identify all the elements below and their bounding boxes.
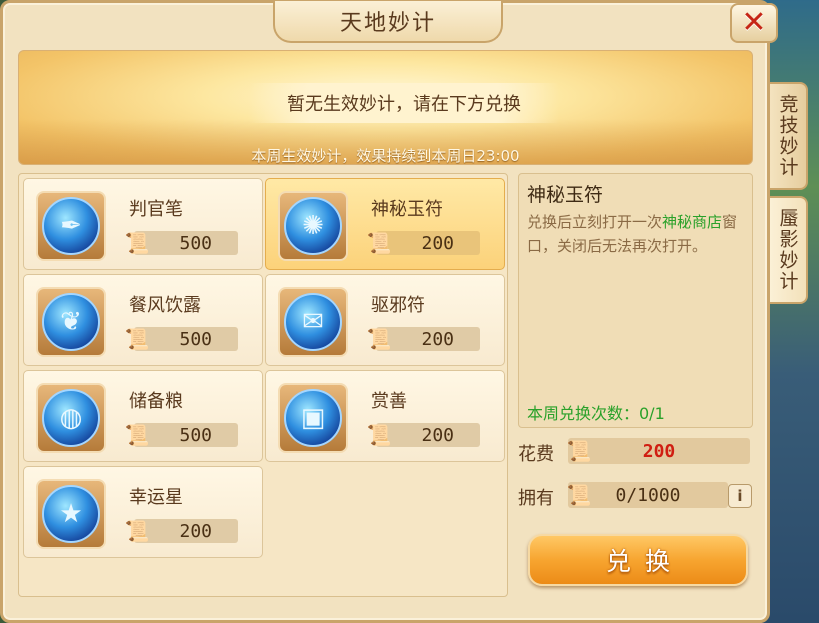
detail-desc-before: 兑换后立刻打开一次: [527, 213, 663, 231]
item-price: 200: [179, 520, 212, 542]
brush-icon: ✒: [42, 197, 100, 255]
detail-description: 兑换后立刻打开一次神秘商店窗口，关闭后无法再次打开。: [527, 210, 749, 258]
tab-label: 蜃影妙计: [776, 208, 799, 292]
banner-message-plate: 暂无生效妙计，请在下方兑换: [249, 83, 559, 123]
scroll-currency-icon: 📜: [124, 423, 150, 447]
item-price: 500: [179, 232, 212, 254]
item-price: 200: [421, 424, 454, 446]
item-price: 500: [179, 424, 212, 446]
dialog-title: 天地妙计: [339, 11, 436, 36]
item-card[interactable]: ★ 幸运星 200 📜: [23, 466, 263, 558]
info-button[interactable]: i: [728, 484, 752, 508]
banner-message: 暂无生效妙计，请在下方兑换: [287, 94, 521, 115]
item-name: 赏善: [371, 391, 407, 412]
item-name: 神秘玉符: [371, 199, 443, 220]
item-icon-frame: ◍: [36, 383, 106, 453]
dialog-panel: 天地妙计 ✕ 暂无生效妙计，请在下方兑换 本周生效妙计，效果持续到本周日23:0…: [0, 0, 778, 623]
cost-bar: 200: [568, 438, 750, 464]
talisman-icon: ✉: [284, 293, 342, 351]
item-card-selected[interactable]: ✺ 神秘玉符 200 📜: [265, 178, 505, 270]
item-detail-panel: 神秘玉符 兑换后立刻打开一次神秘商店窗口，关闭后无法再次打开。 本周兑换次数：0…: [518, 173, 753, 428]
item-icon-frame: ✺: [278, 191, 348, 261]
cost-label: 花费: [518, 444, 554, 465]
scroll-currency-icon: 📜: [566, 483, 592, 507]
gift-box-icon: ▣: [284, 389, 342, 447]
item-card[interactable]: ✒ 判官笔 500 📜: [23, 178, 263, 270]
detail-title: 神秘玉符: [527, 184, 604, 206]
tab-arena-strategy[interactable]: 竞技妙计: [770, 82, 808, 190]
own-label: 拥有: [518, 488, 554, 509]
scroll-currency-icon: 📜: [124, 519, 150, 543]
detail-desc-highlight: 神秘商店: [662, 213, 723, 231]
close-icon: ✕: [741, 5, 767, 40]
close-button[interactable]: ✕: [730, 3, 778, 43]
own-value: 0/1000: [615, 484, 681, 506]
cost-row: 花费 200 📜: [518, 436, 753, 466]
cost-value: 200: [642, 440, 676, 462]
leaf-icon: ❦: [42, 293, 100, 351]
item-price: 500: [179, 328, 212, 350]
exchange-button-label: 兑换: [605, 547, 684, 576]
exchange-button[interactable]: 兑换: [528, 534, 748, 586]
item-name: 储备粮: [129, 391, 183, 412]
item-name: 餐风饮露: [129, 295, 201, 316]
star-icon: ★: [42, 485, 100, 543]
scroll-currency-icon: 📜: [124, 327, 150, 351]
item-card[interactable]: ✉ 驱邪符 200 📜: [265, 274, 505, 366]
item-icon-frame: ✒: [36, 191, 106, 261]
scroll-currency-icon: 📜: [366, 423, 392, 447]
weekly-exchange-count: 本周兑换次数：0/1: [527, 404, 665, 423]
item-price: 200: [421, 328, 454, 350]
item-icon-frame: ▣: [278, 383, 348, 453]
item-icon-frame: ★: [36, 479, 106, 549]
own-row: 拥有 0/1000 📜 i: [518, 480, 753, 510]
banner-subtext: 本周生效妙计，效果持续到本周日23:00: [251, 147, 520, 165]
effect-banner: 暂无生效妙计，请在下方兑换 本周生效妙计，效果持续到本周日23:00: [18, 50, 753, 165]
item-name: 判官笔: [129, 199, 183, 220]
tab-label: 竞技妙计: [776, 94, 799, 178]
item-card[interactable]: ❦ 餐风饮露 500 📜: [23, 274, 263, 366]
title-plate: 天地妙计: [273, 1, 503, 43]
item-list: ✒ 判官笔 500 📜 ✺ 神秘玉符 200 📜 ❦ 餐风饮露 500 📜 ✉ …: [18, 173, 508, 597]
item-card[interactable]: ▣ 赏善 200 📜: [265, 370, 505, 462]
scroll-currency-icon: 📜: [366, 231, 392, 255]
item-price: 200: [421, 232, 454, 254]
scroll-currency-icon: 📜: [566, 439, 592, 463]
scroll-currency-icon: 📜: [366, 327, 392, 351]
item-icon-frame: ❦: [36, 287, 106, 357]
item-icon-frame: ✉: [278, 287, 348, 357]
scroll-currency-icon: 📜: [124, 231, 150, 255]
jade-talisman-icon: ✺: [284, 197, 342, 255]
tab-mirage-strategy[interactable]: 蜃影妙计: [770, 196, 808, 304]
item-card[interactable]: ◍ 储备粮 500 📜: [23, 370, 263, 462]
item-name: 幸运星: [129, 487, 183, 508]
item-name: 驱邪符: [371, 295, 425, 316]
grain-bag-icon: ◍: [42, 389, 100, 447]
